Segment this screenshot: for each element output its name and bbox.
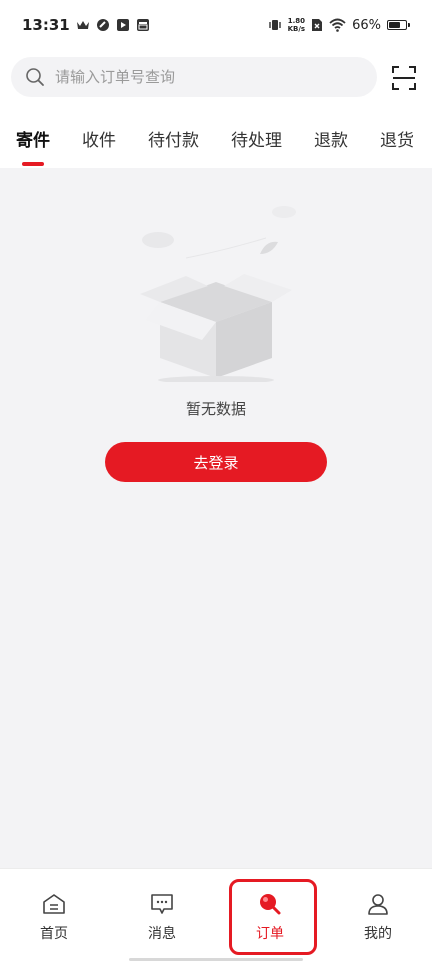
tab-pending-process[interactable]: 待处理 [215,108,298,168]
home-indicator [129,958,303,961]
empty-message: 暂无数据 [185,400,246,418]
status-time: 13:31 [22,16,70,34]
profile-icon [365,891,391,917]
home-icon [41,891,67,917]
tab-label: 待处理 [231,130,282,151]
empty-box-illustration [140,206,296,382]
nav-label: 消息 [148,926,176,942]
bottom-nav: 首页 消息 订单 我的 [0,868,432,964]
tab-refund[interactable]: 退款 [298,108,364,168]
no-sim-icon [311,18,323,32]
order-search-input[interactable] [55,68,345,86]
tab-send[interactable]: 寄件 [0,108,66,168]
tab-label: 寄件 [16,130,50,151]
active-tab-indicator [22,162,44,166]
scan-button[interactable] [390,64,418,92]
nav-label: 订单 [256,926,284,942]
search-icon [25,67,45,87]
order-search-icon [257,891,283,917]
video-app-icon [116,18,130,32]
battery-icon [387,20,410,30]
tab-label: 待付款 [148,130,199,151]
battery-percent: 66% [352,17,381,33]
network-speed: 1.80 KB/s [288,17,305,33]
status-left: 13:31 [22,16,150,34]
app-notification-icon [96,18,110,32]
nav-item-orders[interactable]: 订单 [216,869,324,964]
crown-icon [76,19,90,31]
nav-label: 首页 [40,926,68,942]
tab-label: 退款 [314,130,348,151]
net-speed-value: 1.80 [287,17,305,25]
tab-label: 收件 [82,130,116,151]
order-tabs: 寄件 收件 待付款 待处理 退款 退货 [0,108,432,168]
store-app-icon [136,18,150,32]
scan-icon [392,66,416,90]
nav-item-messages[interactable]: 消息 [108,869,216,964]
nav-item-home[interactable]: 首页 [0,869,108,964]
nav-label: 我的 [364,926,392,942]
nav-item-profile[interactable]: 我的 [324,869,432,964]
tab-return[interactable]: 退货 [364,108,430,168]
status-right: 1.80 KB/s 66% [268,17,410,33]
message-icon [149,891,175,917]
search-box[interactable] [11,57,377,97]
tab-pending-payment[interactable]: 待付款 [132,108,215,168]
status-bar: 13:31 1.80 KB/s 66% [0,0,432,50]
tab-label: 退货 [380,130,414,151]
tab-receive[interactable]: 收件 [66,108,132,168]
wifi-icon [329,18,346,32]
login-button[interactable]: 去登录 [105,442,327,482]
search-header [0,50,432,108]
vibrate-icon [268,18,282,32]
net-speed-unit: KB/s [287,25,306,33]
